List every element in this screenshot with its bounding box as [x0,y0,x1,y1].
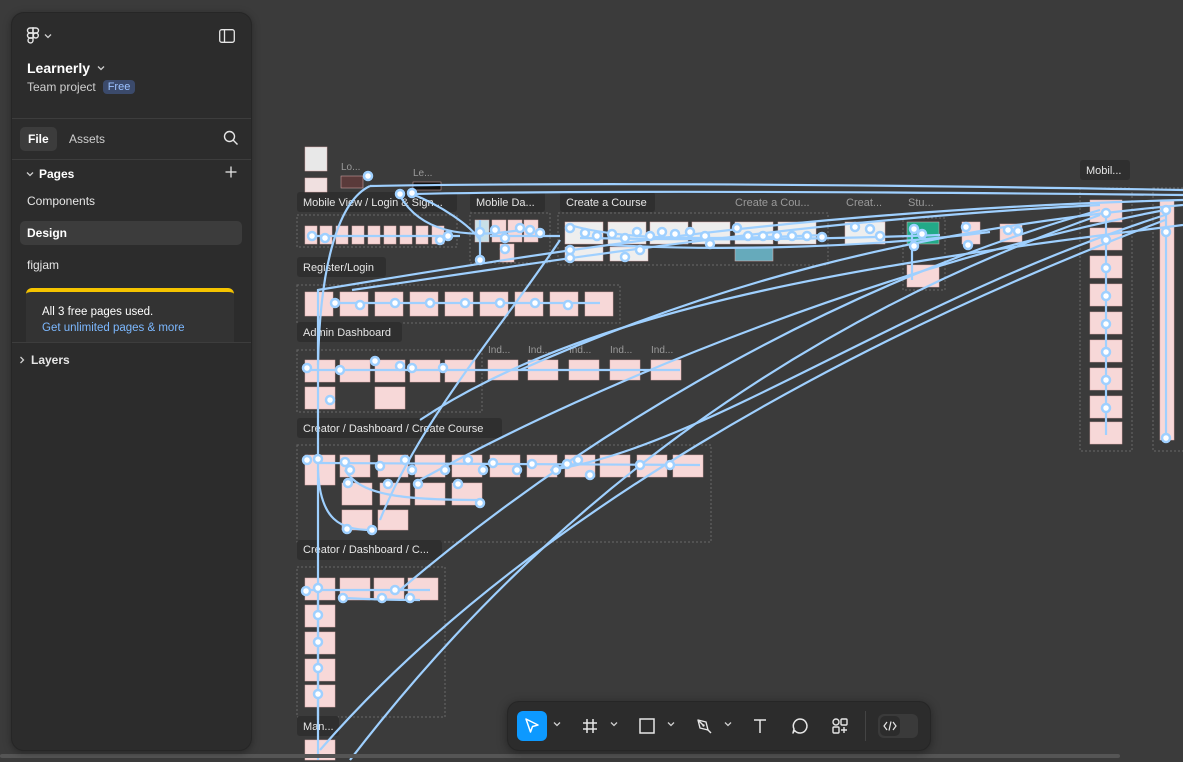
main-menu-button[interactable] [26,27,52,45]
actions-button[interactable] [825,711,855,741]
section-title: Admin Dashboard [303,327,391,339]
cursor-arrow-icon [525,718,539,733]
section-title: Stu... [908,197,934,209]
dev-mode-toggle[interactable] [878,714,918,738]
sidebar-panel-icon [219,29,235,43]
page-item-components[interactable]: Components [20,189,242,213]
code-brackets-icon [883,721,897,731]
add-page-button[interactable] [224,165,238,184]
toggle-sidebar-button[interactable] [219,29,235,48]
plus-icon [225,166,237,178]
pages-header: Pages [12,160,251,188]
chevron-right-icon [20,356,25,364]
chevron-down-icon [97,66,105,71]
move-tool-button[interactable] [517,711,547,741]
comment-bubble-icon [792,718,808,734]
pages-title: Pages [39,167,75,181]
pen-nib-icon [697,719,712,734]
chevron-down-icon[interactable] [553,720,561,728]
layers-title: Layers [31,353,70,367]
upgrade-link[interactable]: Get unlimited pages & more [42,322,185,334]
chevron-down-icon[interactable] [724,720,732,728]
page-limit-banner: All 3 free pages used. Get unlimited pag… [26,288,234,342]
tab-assets[interactable]: Assets [61,127,113,151]
frame-label: Ind... [610,345,632,356]
section-title: Mobile Da... [476,197,535,209]
section-title: Creator / Dashboard / C... [303,544,429,556]
section-title: Create a Course [566,197,647,209]
rectangle-tool-button[interactable] [632,711,662,741]
project-type: Team project [27,80,96,94]
page-item-figjam[interactable]: figjam [20,253,242,277]
chevron-down-icon [44,34,52,39]
layers-header[interactable]: Layers [12,342,251,375]
text-tool-button[interactable] [745,711,775,741]
frame-label: Le... [413,168,432,179]
project-name: Learnerly [27,60,91,76]
page-limit-message: All 3 free pages used. [42,306,154,318]
frame-label: Ind... [488,345,510,356]
bottom-toolbar [507,701,931,751]
shapes-plus-icon [832,718,848,734]
rectangle-icon [639,718,655,734]
frame-tool-button[interactable] [575,711,605,741]
pen-tool-button[interactable] [689,711,719,741]
search-icon [223,130,238,145]
section-title: Register/Login [303,262,374,274]
section-title: Creator / Dashboard / Create Course [303,423,483,435]
dev-mode-knob [880,716,900,736]
sidebar-tabs: File Assets [12,119,251,160]
section-title: Creat... [846,197,882,209]
chevron-down-icon [26,172,34,177]
project-info: Team project Free [27,80,136,94]
pages-toggle[interactable]: Pages [26,167,74,181]
frame-label: Lo... [341,162,360,173]
chevron-down-icon[interactable] [667,720,675,728]
text-t-icon [754,719,766,733]
frame-label: Ind... [651,345,673,356]
figma-logo-icon [26,27,40,44]
file-header: Learnerly Team project Free [12,13,251,119]
toolbar-divider [865,711,866,741]
comment-tool-button[interactable] [785,711,815,741]
project-name-button[interactable]: Learnerly [27,60,105,76]
chevron-down-icon[interactable] [610,720,618,728]
section-title: Mobil... [1086,165,1121,177]
left-sidebar: Learnerly Team project Free File Assets … [11,12,252,751]
search-button[interactable] [223,130,239,151]
page-item-design[interactable]: Design [20,221,242,245]
plan-badge[interactable]: Free [102,80,136,94]
frame-hash-icon [583,719,597,733]
section-title: Create a Cou... [735,197,810,209]
horizontal-scrollbar[interactable] [0,754,1120,758]
tab-file[interactable]: File [20,127,57,151]
